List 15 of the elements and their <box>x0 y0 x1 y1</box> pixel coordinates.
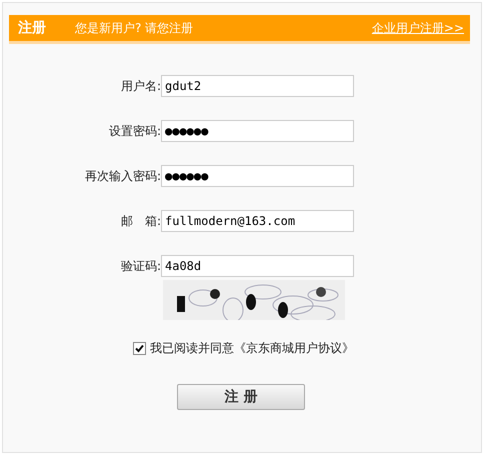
field-label: 设置密码: <box>108 122 161 140</box>
register-button[interactable]: 注 册 <box>177 384 305 410</box>
header-subtitle: 您是新用户? 请您注册 <box>75 20 194 36</box>
input-field[interactable]: fullmodern@163.com <box>161 210 354 232</box>
header-title: 注册 <box>18 19 47 37</box>
field-label: 再次输入密码: <box>84 168 161 184</box>
agreement-text: 我已阅读并同意《京东商城用户协议》 <box>150 340 354 357</box>
field-label: 验证码: <box>120 258 161 274</box>
input-field[interactable]: ●●●●●● <box>161 165 354 187</box>
input-field[interactable]: gdut2 <box>161 75 354 97</box>
input-field[interactable]: ●●●●●● <box>161 120 354 142</box>
field-label: 用户名: <box>120 78 161 94</box>
input-field[interactable]: 4a08d <box>161 255 354 277</box>
agreement-checkbox[interactable] <box>133 342 146 355</box>
field-label: 邮 箱: <box>120 212 161 230</box>
